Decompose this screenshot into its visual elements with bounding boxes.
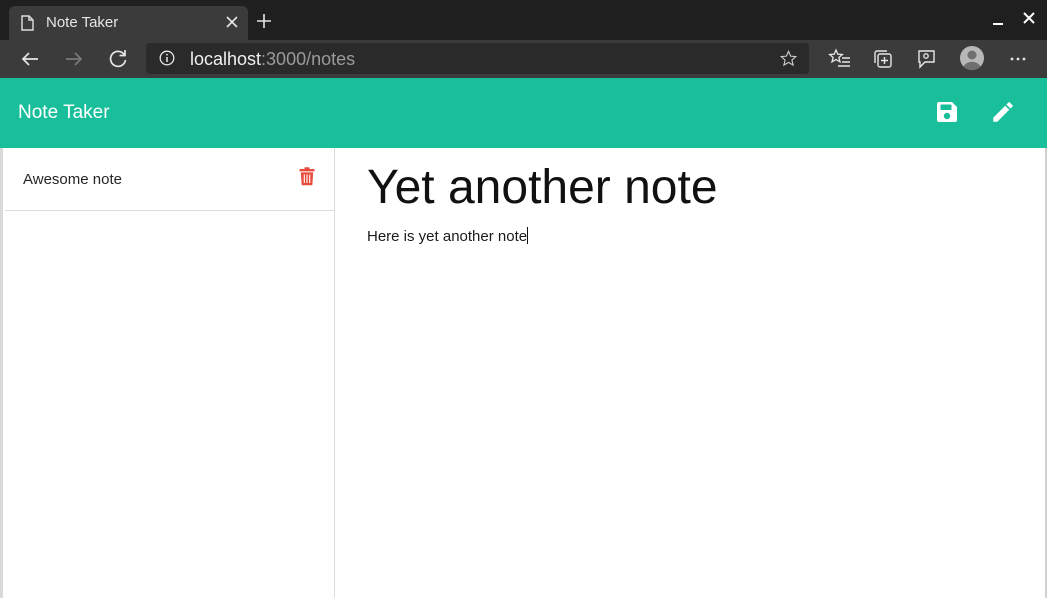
note-body-textarea[interactable]: Here is yet another note bbox=[367, 227, 1017, 247]
close-icon[interactable] bbox=[224, 14, 240, 30]
pencil-icon[interactable] bbox=[990, 99, 1016, 125]
note-list-item[interactable]: Awesome note bbox=[5, 148, 335, 211]
url-host: localhost bbox=[190, 49, 262, 69]
minimize-icon[interactable] bbox=[991, 14, 1005, 28]
browser-toolbar: localhost:3000/notes bbox=[0, 40, 1047, 78]
save-icon[interactable] bbox=[935, 100, 959, 124]
browser-tab[interactable]: Note Taker bbox=[9, 6, 248, 40]
text-cursor bbox=[527, 227, 529, 244]
forward-icon[interactable] bbox=[62, 47, 86, 71]
favorites-icon[interactable] bbox=[828, 47, 852, 71]
profile-icon[interactable] bbox=[959, 45, 985, 71]
more-icon[interactable] bbox=[1006, 47, 1030, 71]
feedback-icon[interactable] bbox=[914, 47, 938, 71]
address-bar[interactable]: localhost:3000/notes bbox=[146, 43, 809, 74]
collections-icon[interactable] bbox=[871, 47, 895, 71]
note-body-text: Here is yet another note bbox=[367, 228, 528, 245]
url-text: localhost:3000/notes bbox=[190, 48, 355, 70]
trash-icon[interactable] bbox=[299, 167, 315, 186]
tab-title: Note Taker bbox=[46, 14, 119, 31]
url-path: :3000/notes bbox=[261, 49, 356, 69]
app-title[interactable]: Note Taker bbox=[18, 101, 110, 125]
back-icon[interactable] bbox=[18, 47, 42, 71]
browser-tab-strip: Note Taker bbox=[0, 0, 1047, 40]
plus-icon[interactable] bbox=[256, 13, 272, 29]
window-close-icon[interactable] bbox=[1022, 11, 1036, 25]
notes-sidebar: Awesome note bbox=[0, 148, 335, 598]
note-list-item-title: Awesome note bbox=[23, 171, 122, 188]
refresh-icon[interactable] bbox=[106, 47, 130, 71]
note-title-input[interactable]: Yet another note bbox=[367, 160, 1017, 216]
note-editor: Yet another note Here is yet another not… bbox=[336, 148, 1047, 598]
info-icon[interactable] bbox=[159, 50, 175, 66]
app-header: Note Taker bbox=[0, 78, 1047, 148]
star-icon[interactable] bbox=[780, 50, 797, 67]
page-icon bbox=[21, 15, 34, 31]
